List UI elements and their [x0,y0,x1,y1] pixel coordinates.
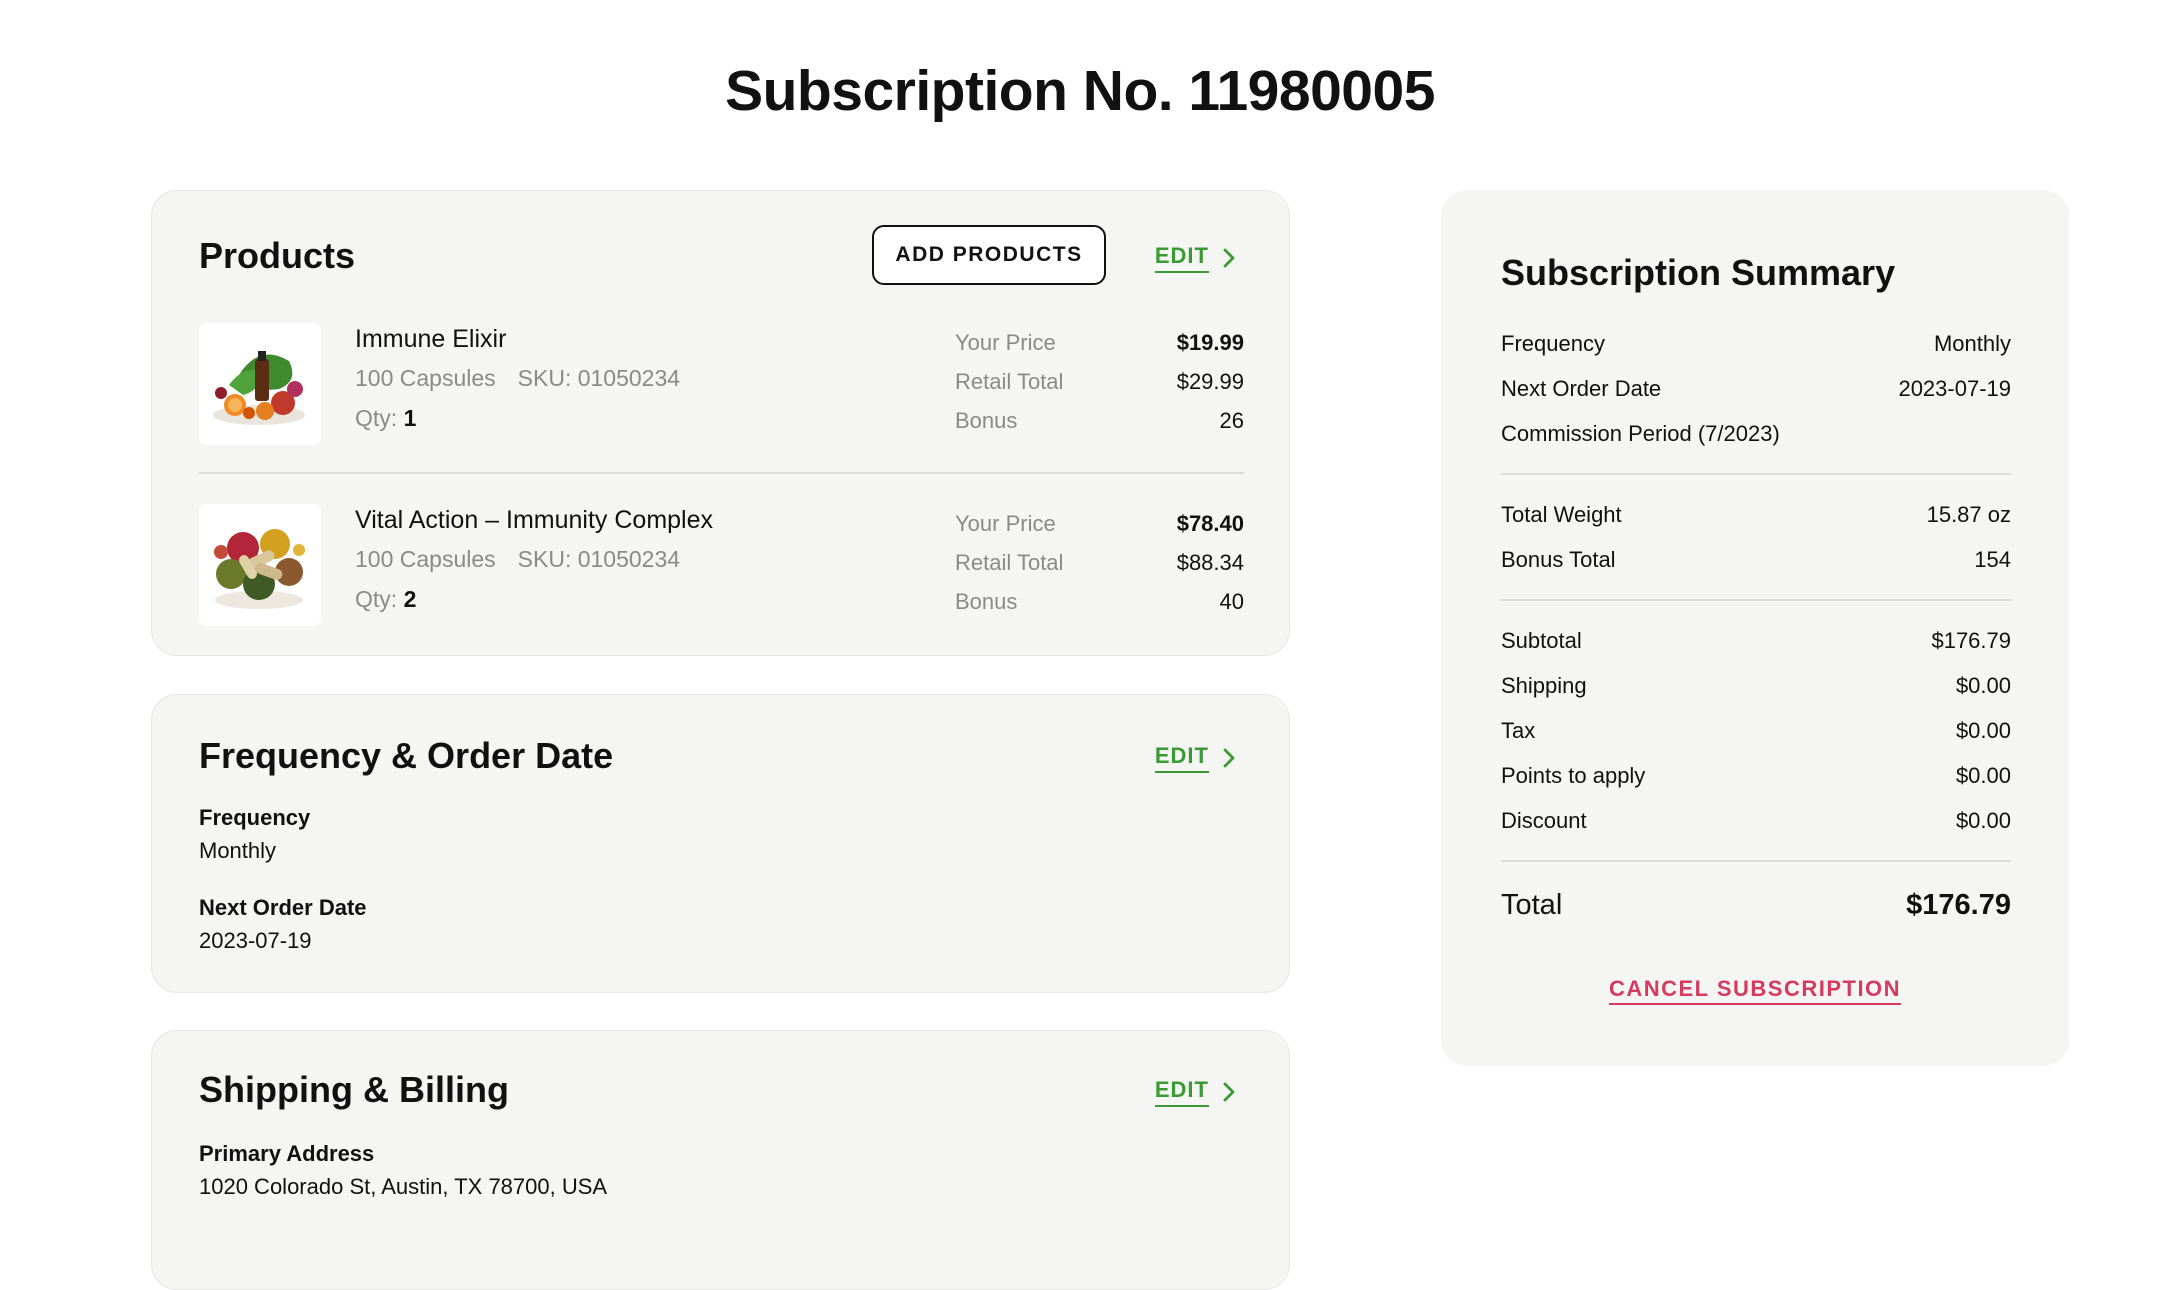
summary-subtotal-label: Subtotal [1501,628,1582,653]
summary-frequency-value: Monthly [1933,331,2011,356]
chevron-right-icon [1223,748,1235,768]
summary-bonus-row: Bonus Total 154 [1501,547,2011,573]
summary-total-label: Total [1501,889,1563,921]
price-labels: Your Price Retail Total Bonus [955,504,1063,621]
herbs-and-capsules-image [199,504,321,626]
product-size: 100 Capsules [355,546,496,572]
summary-commission-label: Commission Period (7/2023) [1501,421,1780,446]
summary-shipping-label: Shipping [1501,673,1587,698]
products-edit-link[interactable]: EDIT [1154,243,1235,273]
retail-total-value: $88.34 [1176,550,1244,575]
summary-divider [1501,473,2011,475]
product-image[interactable] [199,323,321,445]
price-labels: Your Price Retail Total Bonus [955,323,1063,440]
retail-total-value: $29.99 [1176,369,1244,394]
next-order-date-value: 2023-07-19 [199,928,312,953]
summary-shipping-row: Shipping $0.00 [1501,673,2011,699]
product-sku: SKU: 01050234 [517,365,681,391]
summary-frequency-label: Frequency [1501,331,1605,356]
products-title: Products [199,235,356,276]
product-divider [199,472,1244,474]
summary-commission-row: Commission Period (7/2023) [1501,421,2011,447]
frequency-value: Monthly [199,838,277,863]
product-qty: Qty: 2 [355,586,416,613]
summary-discount-label: Discount [1501,808,1587,833]
summary-discount-row: Discount $0.00 [1501,808,2011,834]
summary-tax-label: Tax [1501,718,1536,743]
summary-next-order-value: 2023-07-19 [1898,376,2011,401]
next-order-date-label: Next Order Date [199,895,367,920]
summary-weight-label: Total Weight [1501,502,1622,527]
qty-label: Qty: [355,405,398,431]
cancel-subscription-link[interactable]: CANCEL SUBSCRIPTION [1441,976,2069,1005]
subscription-summary-card: Subscription Summary Frequency Monthly N… [1441,190,2069,1066]
retail-total-label: Retail Total [955,369,1064,394]
product-image[interactable] [199,504,321,626]
summary-shipping-value: $0.00 [1955,673,2011,698]
your-price-value: $19.99 [1176,330,1244,355]
page-title: Subscription No. 11980005 [725,59,1435,123]
summary-weight-row: Total Weight 15.87 oz [1501,502,2011,528]
summary-bonus-value: 154 [1974,547,2011,572]
summary-discount-value: $0.00 [1955,808,2011,833]
summary-subtotal-row: Subtotal $176.79 [1501,628,2011,654]
product-size: 100 Capsules [355,365,496,391]
bonus-label: Bonus [955,408,1018,433]
price-values: $19.99 $29.99 26 [1177,323,1244,440]
product-name[interactable]: Immune Elixir [355,325,506,354]
edit-label: EDIT [1154,243,1209,273]
summary-frequency-row: Frequency Monthly [1501,331,2011,357]
summary-points-label: Points to apply [1501,763,1646,788]
shipping-edit-link[interactable]: EDIT [1154,1077,1235,1107]
retail-total-label: Retail Total [955,550,1064,575]
edit-label: EDIT [1154,743,1209,773]
shipping-card: Shipping & Billing EDIT Primary Address … [151,1030,1290,1290]
primary-address-value: 1020 Colorado St, Austin, TX 78700, USA [199,1174,608,1199]
summary-divider [1501,599,2011,601]
frequency-label: Frequency [199,805,311,830]
summary-total-row: Total $176.79 [1501,889,2011,922]
summary-bonus-label: Bonus Total [1501,547,1616,572]
summary-subtotal-value: $176.79 [1931,628,2011,653]
summary-divider [1501,860,2011,862]
summary-title: Subscription Summary [1501,252,1896,293]
product-sku: SKU: 01050234 [517,546,681,572]
price-values: $78.40 $88.34 40 [1177,504,1244,621]
product-meta: 100 Capsules SKU: 01050234 [355,546,680,573]
bonus-value: 26 [1219,408,1244,433]
qty-value: 1 [403,405,417,431]
summary-points-row: Points to apply $0.00 [1501,763,2011,789]
summary-next-order-label: Next Order Date [1501,376,1662,401]
your-price-label: Your Price [955,511,1056,536]
summary-weight-value: 15.87 oz [1926,502,2011,527]
product-name[interactable]: Vital Action – Immunity Complex [355,506,713,535]
chevron-right-icon [1223,1082,1235,1102]
bonus-value: 40 [1219,589,1244,614]
summary-tax-value: $0.00 [1955,718,2011,743]
fruits-and-tincture-image [199,323,321,445]
summary-total-value: $176.79 [1906,889,2011,921]
bonus-label: Bonus [955,589,1018,614]
frequency-title: Frequency & Order Date [199,735,614,776]
your-price-value: $78.40 [1176,511,1244,536]
shipping-title: Shipping & Billing [199,1069,509,1110]
your-price-label: Your Price [955,330,1056,355]
products-card: Products ADD PRODUCTS EDIT Immune Elixir… [151,190,1290,656]
edit-label: EDIT [1154,1077,1209,1107]
product-meta: 100 Capsules SKU: 01050234 [355,365,680,392]
chevron-right-icon [1223,248,1235,268]
product-qty: Qty: 1 [355,405,416,432]
primary-address-label: Primary Address [199,1141,375,1166]
qty-value: 2 [403,586,417,612]
summary-tax-row: Tax $0.00 [1501,718,2011,744]
frequency-edit-link[interactable]: EDIT [1154,743,1235,773]
product-row: Immune Elixir 100 Capsules SKU: 01050234 … [199,323,1244,447]
qty-label: Qty: [355,586,398,612]
summary-next-order-row: Next Order Date 2023-07-19 [1501,376,2011,402]
frequency-card: Frequency & Order Date EDIT Frequency Mo… [151,694,1290,993]
summary-points-value: $0.00 [1955,763,2011,788]
product-row: Vital Action – Immunity Complex 100 Caps… [199,504,1244,628]
cancel-subscription-label: CANCEL SUBSCRIPTION [1608,976,1902,1005]
add-products-button[interactable]: ADD PRODUCTS [872,225,1106,285]
